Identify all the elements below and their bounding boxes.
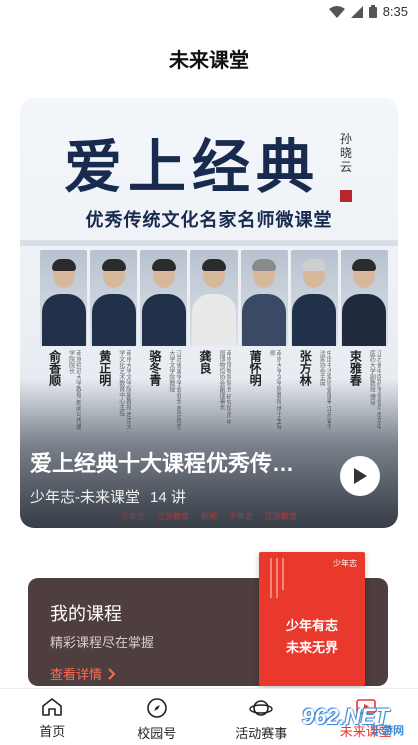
tab-label: 校园号	[137, 723, 176, 742]
tab-home[interactable]: 首页	[0, 689, 105, 745]
course-meta: 少年志-未来课堂 14 讲	[30, 486, 186, 507]
book-slogan-line: 少年有志	[259, 616, 365, 638]
book-top-label: 少年志	[333, 558, 357, 569]
book-slogan: 少年有志 未来无界	[259, 616, 365, 660]
play-icon	[352, 467, 368, 485]
page-title: 未来课堂	[0, 44, 418, 73]
teacher-photo	[291, 250, 338, 346]
my-course-subtitle: 精彩课程尽在掌握	[50, 632, 154, 651]
teacher-photo	[341, 250, 388, 346]
partner-logo: 江苏教育	[157, 511, 189, 522]
course-cover-subtitle: 优秀传统文化名家名师微课堂	[20, 206, 398, 232]
book-decoration	[267, 558, 327, 598]
course-author: 少年志-未来课堂	[30, 489, 140, 506]
play-button[interactable]	[340, 456, 380, 496]
site-watermark: 962.NET 乐游网	[302, 696, 412, 738]
book-slogan-line: 未来无界	[259, 638, 365, 660]
book-cover-image: 少年志 少年有志 未来无界	[259, 552, 365, 686]
tab-campus[interactable]: 校园号	[105, 689, 210, 745]
divider	[20, 240, 398, 246]
tab-label: 活动赛事	[235, 723, 287, 742]
teacher-photo	[140, 250, 187, 346]
chevron-right-icon	[108, 668, 116, 680]
my-course-title: 我的课程	[50, 600, 122, 626]
watermark-sub: 乐游网	[371, 722, 404, 738]
teacher-photo	[241, 250, 288, 346]
home-icon	[41, 697, 63, 717]
teacher-photo	[90, 250, 137, 346]
compass-icon	[146, 697, 168, 719]
partner-logo: 少年志	[121, 511, 145, 522]
seal-stamp	[340, 190, 352, 202]
partner-logos: 少年志 江苏教育 新闻 少年志 江苏教育	[20, 511, 398, 522]
tab-events[interactable]: 活动赛事	[209, 689, 314, 745]
teacher-photos	[40, 250, 388, 346]
lesson-count: 14 讲	[150, 489, 186, 506]
partner-logo: 新闻	[201, 511, 217, 522]
partner-logo: 江苏教育	[265, 511, 297, 522]
teacher-photo	[40, 250, 87, 346]
course-cover-title: 爱上经典	[64, 120, 320, 204]
planet-icon	[249, 697, 273, 719]
battery-icon	[369, 5, 377, 18]
status-bar: 8:35	[0, 0, 418, 26]
featured-course-card[interactable]: 爱上经典 孙晓云 优秀传统文化名家名师微课堂 俞香顺南京师范大学教授 新闻与传播…	[20, 98, 398, 528]
status-time: 8:35	[383, 4, 408, 19]
wifi-icon	[329, 6, 345, 18]
cover-signature: 孙晓云	[340, 132, 358, 174]
tab-label: 首页	[39, 721, 65, 740]
view-details-label: 查看详情	[50, 664, 102, 683]
partner-logo: 少年志	[229, 511, 253, 522]
teacher-photo	[190, 250, 237, 346]
view-details-link[interactable]: 查看详情	[50, 664, 116, 683]
course-title[interactable]: 爱上经典十大课程优秀传…	[30, 446, 330, 478]
signal-icon	[351, 6, 363, 18]
